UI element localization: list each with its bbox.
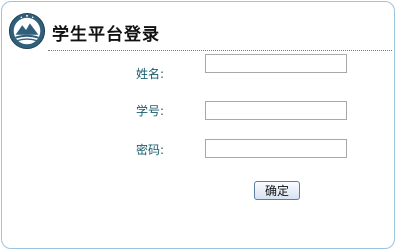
school-emblem-icon [8,12,46,50]
login-header: 学生平台登录 [2,2,394,52]
password-input[interactable] [205,139,347,158]
login-panel: 学生平台登录 姓名: 学号: 密码: 确定 [1,1,395,249]
page-title: 学生平台登录 [52,25,160,45]
submit-button[interactable]: 确定 [254,181,300,200]
name-input[interactable] [205,54,347,73]
name-label: 姓名: [136,67,165,81]
header-divider [48,50,392,51]
password-label: 密码: [136,143,165,157]
student-id-input[interactable] [205,101,347,120]
student-id-label: 学号: [136,104,165,118]
